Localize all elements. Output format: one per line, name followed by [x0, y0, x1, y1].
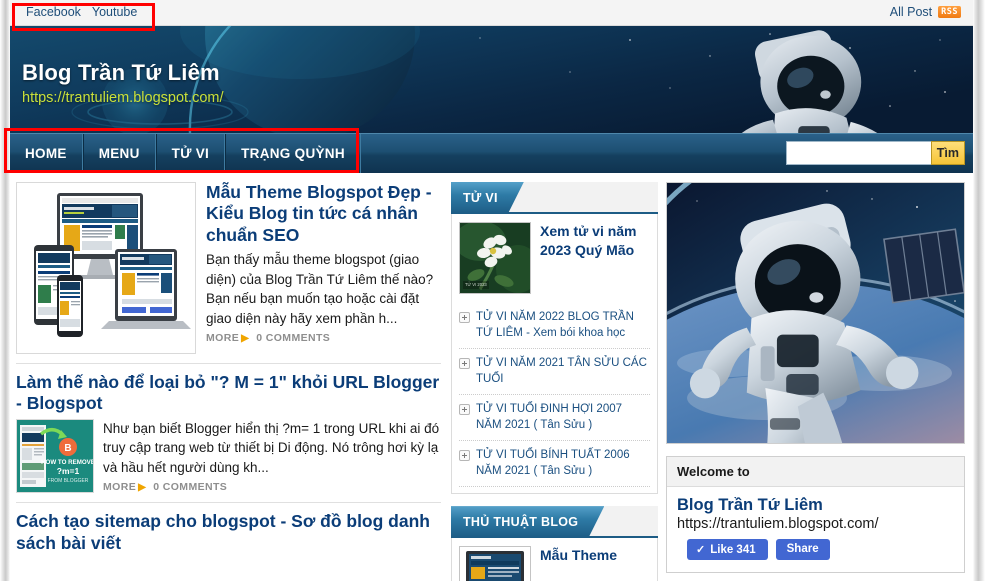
list-item-link[interactable]: TỬ VI NĂM 2021 TÂN SỬU CÁC TUỔI	[476, 356, 650, 387]
link-youtube[interactable]: Youtube	[92, 5, 137, 19]
rss-icon[interactable]: RSS	[938, 6, 961, 18]
nav-item-tu-vi[interactable]: TỬ VI	[155, 134, 226, 173]
featured-post-title[interactable]: Xem tử vi năm 2023 Quý Mão	[540, 222, 650, 294]
social-links: Facebook Youtube	[26, 5, 137, 19]
widget-thu-thuat-blog: THỦ THUẬT BLOG Mẫu Theme	[451, 506, 658, 581]
widget-body: TỬ VI 2023 Xem tử vi năm 2023 Quý Mão TỬ…	[451, 214, 658, 495]
post-body: Như bạn biết Blogger hiển thị ?m= 1 tron…	[103, 419, 441, 494]
header-banner: Blog Trần Tứ Liêm https://trantuliem.blo…	[10, 26, 973, 133]
list-item[interactable]: TỬ VI TUỔI BÍNH TUẤT 2006 NĂM 2021 ( Tân…	[459, 441, 650, 488]
svg-text:FROM BLOGGER: FROM BLOGGER	[48, 478, 89, 484]
featured-post: TỬ VI 2023 Xem tử vi năm 2023 Quý Mão	[459, 222, 650, 294]
right-sidebar: Welcome to Blog Trần Tứ Liêm https://tra…	[662, 173, 973, 581]
welcome-blog-url: https://trantuliem.blogspot.com/	[677, 516, 879, 532]
facebook-share-button[interactable]: Share	[775, 539, 830, 560]
svg-text:HOW TO REMOVE: HOW TO REMOVE	[41, 459, 93, 466]
nav-item-home[interactable]: HOME	[10, 134, 83, 173]
post-title-link[interactable]: Làm thế nào để loại bỏ "? M = 1" khỏi UR…	[16, 372, 441, 415]
svg-text:?m=1: ?m=1	[57, 466, 80, 476]
search-form: Tìm	[785, 141, 965, 165]
content-area: Mẫu Theme Blogspot Đẹp - Kiểu Blog tin t…	[10, 173, 973, 581]
post-excerpt: Như bạn biết Blogger hiển thị ?m= 1 tron…	[103, 420, 440, 475]
widget-title: TỬ VI	[451, 182, 524, 214]
list-item[interactable]: TỬ VI NĂM 2021 TÂN SỬU CÁC TUỔI	[459, 349, 650, 396]
list-item-link[interactable]: TỬ VI TUỔI BÍNH TUẤT 2006 NĂM 2021 ( Tân…	[476, 448, 650, 479]
post-excerpt: Bạn thấy mẫu theme blogspot (giao diện) …	[206, 252, 434, 326]
blog-url: https://trantuliem.blogspot.com/	[22, 90, 224, 106]
widget-tu-vi: TỬ VI TỬ VI 2023 Xem tử vi năm 2023 Quý …	[451, 182, 658, 495]
featured-post-title[interactable]: Mẫu Theme	[540, 546, 617, 581]
post-thumbnail-remove-m1[interactable]: B HOW TO REMOVE ?m=1 FROM BLOGGER	[16, 418, 94, 493]
list-item-link[interactable]: TỬ VI NĂM 2022 BLOG TRẦN TỨ LIÊM - Xem b…	[476, 310, 650, 341]
main-navigation: HOME MENU TỬ VI TRẠNG QUỲNH Tìm	[10, 133, 973, 173]
post-more-link[interactable]: MORE	[103, 481, 136, 493]
page-root: Facebook Youtube All Post RSS Blog Trần …	[0, 0, 985, 581]
widget-header: TỬ VI	[451, 182, 658, 214]
all-post-area: All Post RSS	[890, 5, 961, 19]
welcome-body: Blog Trần Tứ Liêm https://trantuliem.blo…	[667, 487, 964, 572]
featured-post: Mẫu Theme	[459, 546, 650, 581]
post-meta: MORE ▶ 0 COMMENTS	[206, 332, 441, 344]
featured-thumbnail-flower[interactable]: TỬ VI 2023	[459, 222, 531, 294]
page-gutter-right	[973, 0, 985, 581]
list-item[interactable]: TỬ VI NĂM 2022 BLOG TRẦN TỨ LIÊM - Xem b…	[459, 303, 650, 350]
post-title-link[interactable]: Cách tạo sitemap cho blogspot - Sơ đồ bl…	[16, 511, 441, 554]
post-divider	[16, 502, 441, 504]
widget-title: THỦ THUẬT BLOG	[451, 506, 604, 538]
post-body: Mẫu Theme Blogspot Đẹp - Kiểu Blog tin t…	[206, 182, 441, 354]
widget-header: THỦ THUẬT BLOG	[451, 506, 658, 539]
astronaut-image[interactable]	[666, 182, 965, 444]
plus-icon	[459, 312, 470, 323]
check-icon: ✓	[696, 544, 706, 556]
facebook-like-button[interactable]: ✓ Like 341	[687, 539, 768, 560]
welcome-heading: Welcome to	[667, 457, 964, 487]
banner-text-block: Blog Trần Tứ Liêm https://trantuliem.blo…	[22, 60, 224, 106]
caret-right-icon: ▶	[138, 481, 147, 493]
nav-item-menu[interactable]: MENU	[82, 134, 156, 173]
welcome-blog-title: Blog Trần Tứ Liêm	[677, 496, 823, 514]
caret-right-icon: ▶	[241, 332, 250, 344]
middle-sidebar: TỬ VI TỬ VI 2023 Xem tử vi năm 2023 Quý …	[447, 173, 662, 581]
post-item: Làm thế nào để loại bỏ "? M = 1" khỏi UR…	[16, 372, 441, 493]
widget-body: Mẫu Theme	[451, 538, 658, 581]
featured-thumbnail-theme[interactable]	[459, 546, 531, 581]
post-thumbnail-devices[interactable]	[16, 182, 196, 354]
svg-text:B: B	[64, 443, 71, 454]
welcome-widget: Welcome to Blog Trần Tứ Liêm https://tra…	[666, 456, 965, 573]
list-item-link[interactable]: TỬ VI TUỔI ĐINH HỢI 2007 NĂM 2021 ( Tân …	[476, 402, 650, 433]
blog-title: Blog Trần Tứ Liêm	[22, 60, 220, 85]
post-meta: MORE ▶ 0 COMMENTS	[103, 481, 441, 493]
facebook-like-label: Like 341	[710, 543, 756, 556]
widget-item-list: TỬ VI NĂM 2022 BLOG TRẦN TỨ LIÊM - Xem b…	[459, 303, 650, 488]
post-comments-count[interactable]: 0 COMMENTS	[153, 481, 227, 493]
responsive-devices-mockup-icon	[17, 183, 195, 353]
plus-icon	[459, 358, 470, 370]
white-flower-photo-icon: TỬ VI 2023	[460, 223, 530, 293]
list-item[interactable]: TỬ VI TUỔI ĐINH HỢI 2007 NĂM 2021 ( Tân …	[459, 395, 650, 442]
link-facebook[interactable]: Facebook	[26, 5, 81, 19]
main-posts-column: Mẫu Theme Blogspot Đẹp - Kiểu Blog tin t…	[10, 173, 447, 581]
all-post-label[interactable]: All Post	[890, 5, 932, 19]
nav-item-trang-quynh[interactable]: TRẠNG QUỲNH	[225, 134, 361, 173]
post-item: Mẫu Theme Blogspot Đẹp - Kiểu Blog tin t…	[16, 182, 441, 354]
search-input[interactable]	[785, 141, 931, 165]
post-item: Cách tạo sitemap cho blogspot - Sơ đồ bl…	[16, 511, 441, 554]
blog-theme-screenshot-icon	[460, 547, 530, 581]
plus-icon	[459, 404, 470, 416]
astronaut-in-space-photo-icon	[667, 183, 964, 443]
top-bar: Facebook Youtube All Post RSS	[10, 0, 973, 26]
post-comments-count[interactable]: 0 COMMENTS	[256, 332, 330, 344]
post-more-link[interactable]: MORE	[206, 332, 239, 344]
post-title-link[interactable]: Mẫu Theme Blogspot Đẹp - Kiểu Blog tin t…	[206, 182, 441, 246]
page-gutter-left	[0, 0, 10, 581]
svg-text:TỬ VI 2023: TỬ VI 2023	[465, 282, 487, 287]
how-to-remove-m1-icon: B HOW TO REMOVE ?m=1 FROM BLOGGER	[17, 419, 93, 492]
post-divider	[16, 363, 441, 364]
plus-icon	[459, 450, 470, 462]
facebook-buttons: ✓ Like 341 Share	[687, 539, 954, 560]
search-submit-button[interactable]: Tìm	[930, 141, 965, 165]
